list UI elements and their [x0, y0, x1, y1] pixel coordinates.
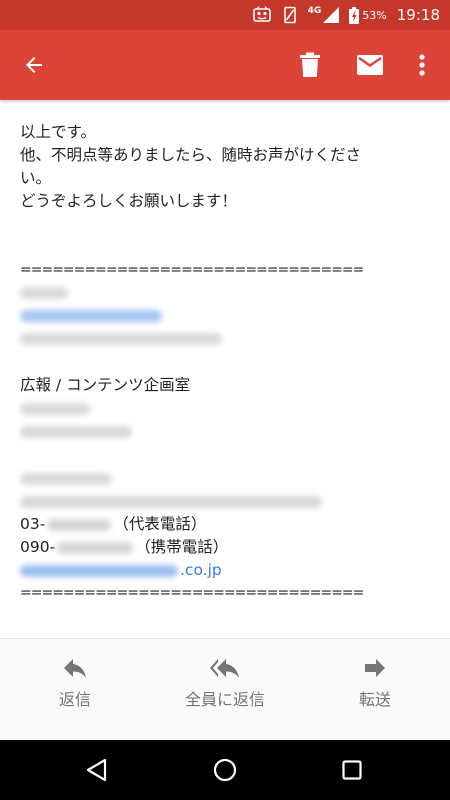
more-vert-icon	[419, 54, 425, 76]
redacted-number	[57, 541, 134, 554]
redacted-address	[20, 496, 322, 508]
redacted-text	[20, 287, 68, 299]
system-nav-bar	[0, 740, 450, 800]
phone-mobile-prefix: 090-	[20, 538, 56, 556]
nav-back-button[interactable]	[67, 740, 127, 800]
battery-percentage: 53%	[362, 8, 387, 22]
envelope-icon	[357, 55, 383, 75]
network-type: 4G	[307, 5, 322, 16]
phone-office-prefix: 03-	[20, 515, 46, 533]
signature-rule-top: ================================	[20, 262, 364, 278]
nav-home-button[interactable]	[195, 740, 255, 800]
reply-icon	[63, 657, 87, 681]
redacted-company	[20, 473, 112, 485]
reply-button[interactable]: 返信	[0, 639, 150, 741]
reply-label: 返信	[58, 690, 91, 709]
redacted-line	[20, 397, 430, 420]
trash-icon	[300, 52, 320, 77]
redacted-line	[20, 490, 430, 513]
body-line: 以上です。	[20, 123, 96, 141]
body-line: い。	[20, 169, 52, 187]
phone-office-label: （代表電話）	[113, 515, 207, 533]
redacted-link[interactable]	[20, 310, 162, 322]
delete-button[interactable]	[286, 30, 334, 100]
redacted-text	[20, 333, 222, 345]
app-bar	[0, 30, 450, 100]
nav-recents-button[interactable]	[322, 740, 382, 800]
forward-button[interactable]: 転送	[300, 639, 450, 741]
phone-office: 03- （代表電話）	[20, 513, 430, 536]
more-options-button[interactable]	[398, 30, 446, 100]
phone-mobile: 090- （携帯電話）	[20, 536, 430, 559]
clock: 19:18	[396, 6, 440, 24]
message-body: 以上です。 他、不明点等ありましたら、随時お声がけくださ い。 どうぞよろしくお…	[0, 100, 450, 638]
redacted-email[interactable]	[20, 564, 178, 577]
redacted-line	[20, 467, 430, 490]
arrow-left-icon	[26, 57, 42, 73]
back-button[interactable]	[10, 30, 58, 100]
signature-department: 広報 / コンテンツ企画室	[20, 376, 191, 394]
reply-all-label: 全員に返信	[184, 690, 265, 709]
forward-label: 転送	[358, 690, 391, 709]
action-row: 返信 全員に返信 転送	[0, 638, 450, 741]
email-link[interactable]: .co.jp	[20, 559, 430, 582]
notification-tag-icon	[252, 6, 272, 24]
status-bar: 4G 53% 19:18	[0, 0, 450, 30]
reply-all-icon	[210, 657, 240, 681]
triangle-back-icon	[86, 758, 107, 782]
email-domain[interactable]: .co.jp	[180, 561, 222, 579]
forward-icon	[364, 657, 386, 681]
square-recents-icon	[342, 760, 362, 780]
circle-home-icon	[213, 758, 237, 782]
signature-rule-bottom: ================================	[20, 585, 364, 601]
signal-icon: 4G	[307, 5, 341, 23]
vibrate-icon	[281, 6, 299, 24]
mark-unread-button[interactable]	[346, 30, 394, 100]
redacted-name	[20, 403, 90, 415]
battery-icon: 53%	[349, 6, 387, 24]
redacted-number	[47, 518, 112, 531]
redacted-line	[20, 327, 430, 350]
redacted-link-line[interactable]	[20, 304, 430, 327]
reply-all-button[interactable]: 全員に返信	[150, 639, 300, 741]
screen: 4G 53% 19:18 以上です。 他、不明点等ありましたら、随時お声がけくだ…	[0, 0, 450, 800]
redacted-name-roman	[20, 426, 132, 438]
redacted-line	[20, 420, 430, 443]
phone-mobile-label: （携帯電話）	[135, 538, 229, 556]
body-line: どうぞよろしくお願いします！	[20, 192, 238, 210]
body-line: 他、不明点等ありましたら、随時お声がけくださ	[20, 146, 362, 164]
redacted-line	[20, 281, 430, 304]
